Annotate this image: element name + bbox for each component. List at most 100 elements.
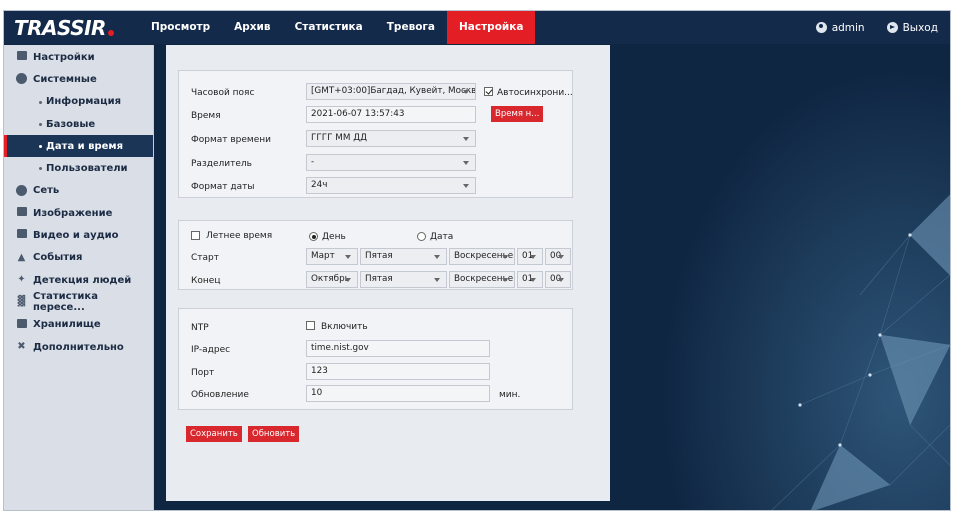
dst-checkbox[interactable]	[191, 231, 200, 240]
user-icon	[815, 22, 827, 33]
timezone-label: Часовой пояс	[191, 88, 255, 98]
sidebar-item-information[interactable]: Информация	[4, 91, 153, 113]
sidebar-item-video-audio[interactable]: Видео и аудио	[4, 224, 153, 246]
ntp-enable-label: Включить	[321, 322, 368, 332]
separator-label: Разделитель	[191, 159, 252, 169]
dst-settings-group: Летнее время День Дата Старт Март Пятая …	[178, 220, 573, 290]
sidebar-item-label: Хранилище	[33, 319, 101, 331]
date-format-label: Формат даты	[191, 182, 255, 192]
date-time-panel: Часовой пояс [GMT+03:00]Багдад, Кувейт, …	[166, 45, 610, 501]
logout-icon	[886, 22, 898, 33]
sidebar-item-system[interactable]: Системные	[4, 68, 153, 90]
sidebar-item-label: Изображение	[33, 207, 113, 219]
sidebar-item-settings[interactable]: Настройки	[4, 46, 153, 68]
dst-mode-date-radio[interactable]	[417, 232, 426, 241]
dst-mode-day-label: День	[322, 232, 346, 242]
ntp-ip-label: IP-адрес	[191, 345, 231, 355]
time-format-label: Формат времени	[191, 135, 271, 145]
ntp-update-input[interactable]: 10	[306, 385, 490, 402]
nav-settings[interactable]: Настройка	[447, 11, 536, 44]
bell-icon: ▲	[17, 251, 26, 263]
nav-alarm[interactable]: Тревога	[375, 11, 447, 44]
globe-icon	[16, 184, 27, 196]
sidebar-item-label: Дата и время	[46, 140, 124, 152]
time-input[interactable]: 2021-06-07 13:57:43	[306, 106, 476, 123]
storage-icon	[16, 318, 27, 330]
sidebar-item-advanced[interactable]: ✖ Дополнительно	[4, 336, 153, 358]
top-bar: TRASSIR Просмотр Архив Статистика Тревог…	[4, 11, 950, 44]
sidebar-item-label: Сеть	[33, 185, 60, 197]
sidebar-item-label: Видео и аудио	[33, 230, 119, 242]
timezone-select[interactable]: [GMT+03:00]Багдад, Кувейт, Москва	[306, 83, 476, 100]
ntp-settings-group: NTP Включить IP-адрес time.nist.gov Порт…	[178, 308, 573, 410]
sidebar-item-label: Базовые	[46, 118, 96, 130]
sidebar-item-label: Детекция людей	[33, 274, 132, 286]
sidebar-item-label: Системные	[33, 73, 97, 85]
video-icon	[16, 229, 27, 240]
dst-end-label: Конец	[191, 276, 221, 286]
ntp-port-input[interactable]: 123	[306, 363, 490, 380]
sidebar-item-label: События	[33, 252, 83, 264]
logout-button[interactable]: Выход	[886, 21, 938, 34]
dst-start-label: Старт	[191, 253, 219, 263]
separator-select[interactable]: -	[306, 154, 476, 171]
settings-list-icon	[16, 51, 27, 62]
time-label: Время	[191, 111, 221, 121]
sync-time-button[interactable]: Время н...	[491, 106, 544, 122]
info-icon	[16, 73, 27, 85]
ntp-port-label: Порт	[191, 368, 215, 378]
dst-mode-date-label: Дата	[430, 232, 454, 242]
nav-archive[interactable]: Архив	[222, 11, 282, 44]
sidebar-item-label: Дополнительно	[33, 341, 124, 353]
main-nav: Просмотр Архив Статистика Тревога Настро…	[139, 11, 536, 44]
user-name: admin	[831, 21, 865, 34]
dst-end-minute-select[interactable]: 00	[545, 271, 571, 288]
sidebar-item-network[interactable]: Сеть	[4, 180, 153, 202]
time-format-select[interactable]: ГГГГ ММ ДД	[306, 130, 476, 147]
logout-label: Выход	[902, 21, 938, 34]
ntp-enable-checkbox[interactable]	[306, 321, 315, 330]
header-actions: admin Выход	[815, 11, 938, 44]
ntp-ip-input[interactable]: time.nist.gov	[306, 340, 490, 357]
dst-end-weekday-select[interactable]: Воскресенье	[449, 271, 515, 288]
sidebar-item-date-time[interactable]: Дата и время	[4, 135, 153, 158]
dst-start-hour-select[interactable]: 01	[517, 248, 543, 265]
ntp-update-label: Обновление	[191, 390, 249, 400]
autosync-label: Автосинхрони...	[497, 88, 573, 98]
dst-start-month-select[interactable]: Март	[306, 248, 358, 265]
dst-end-hour-select[interactable]: 01	[517, 271, 543, 288]
nav-view[interactable]: Просмотр	[139, 11, 222, 44]
trassir-logo: TRASSIR	[14, 16, 114, 40]
sidebar-item-label: Статистика пересе...	[33, 291, 98, 314]
dst-end-month-select[interactable]: Октябрь	[306, 271, 358, 288]
user-button[interactable]: admin	[815, 21, 865, 34]
sidebar-item-image[interactable]: Изображение	[4, 202, 153, 224]
sidebar-item-label: Информация	[46, 96, 121, 108]
dst-start-weekday-select[interactable]: Воскресенье	[449, 248, 515, 265]
date-format-select[interactable]: 24ч	[306, 177, 476, 194]
sidebar-item-crossing-stats[interactable]: ▓ Статистика пересе...	[4, 291, 153, 313]
sidebar-item-basic[interactable]: Базовые	[4, 113, 153, 135]
autosync-checkbox[interactable]	[484, 87, 493, 96]
sidebar-item-label: Настройки	[33, 51, 95, 63]
dst-mode-day-radio[interactable]	[309, 232, 318, 241]
dst-start-minute-select[interactable]: 00	[545, 248, 571, 265]
dst-end-week-select[interactable]: Пятая	[360, 271, 447, 288]
sidebar-item-storage[interactable]: Хранилище	[4, 314, 153, 336]
save-button[interactable]: Сохранить	[186, 426, 242, 442]
sidebar-item-events[interactable]: ▲ События	[4, 247, 153, 269]
chart-icon: ▓	[17, 296, 26, 308]
sidebar-item-users[interactable]: Пользователи	[4, 157, 153, 179]
dst-label: Летнее время	[206, 231, 273, 241]
refresh-button[interactable]: Обновить	[248, 426, 300, 442]
person-detect-icon: ✦	[17, 273, 26, 285]
image-icon	[16, 207, 27, 218]
ntp-label: NTP	[191, 323, 209, 333]
time-settings-group: Часовой пояс [GMT+03:00]Багдад, Кувейт, …	[178, 70, 573, 198]
ntp-update-unit: мин.	[499, 390, 521, 400]
nav-statistics[interactable]: Статистика	[283, 11, 375, 44]
settings-sidebar: Настройки Системные Информация Базовые Д…	[4, 45, 154, 510]
sidebar-item-people-detection[interactable]: ✦ Детекция людей	[4, 269, 153, 291]
dst-start-week-select[interactable]: Пятая	[360, 248, 447, 265]
tools-icon: ✖	[17, 340, 26, 352]
